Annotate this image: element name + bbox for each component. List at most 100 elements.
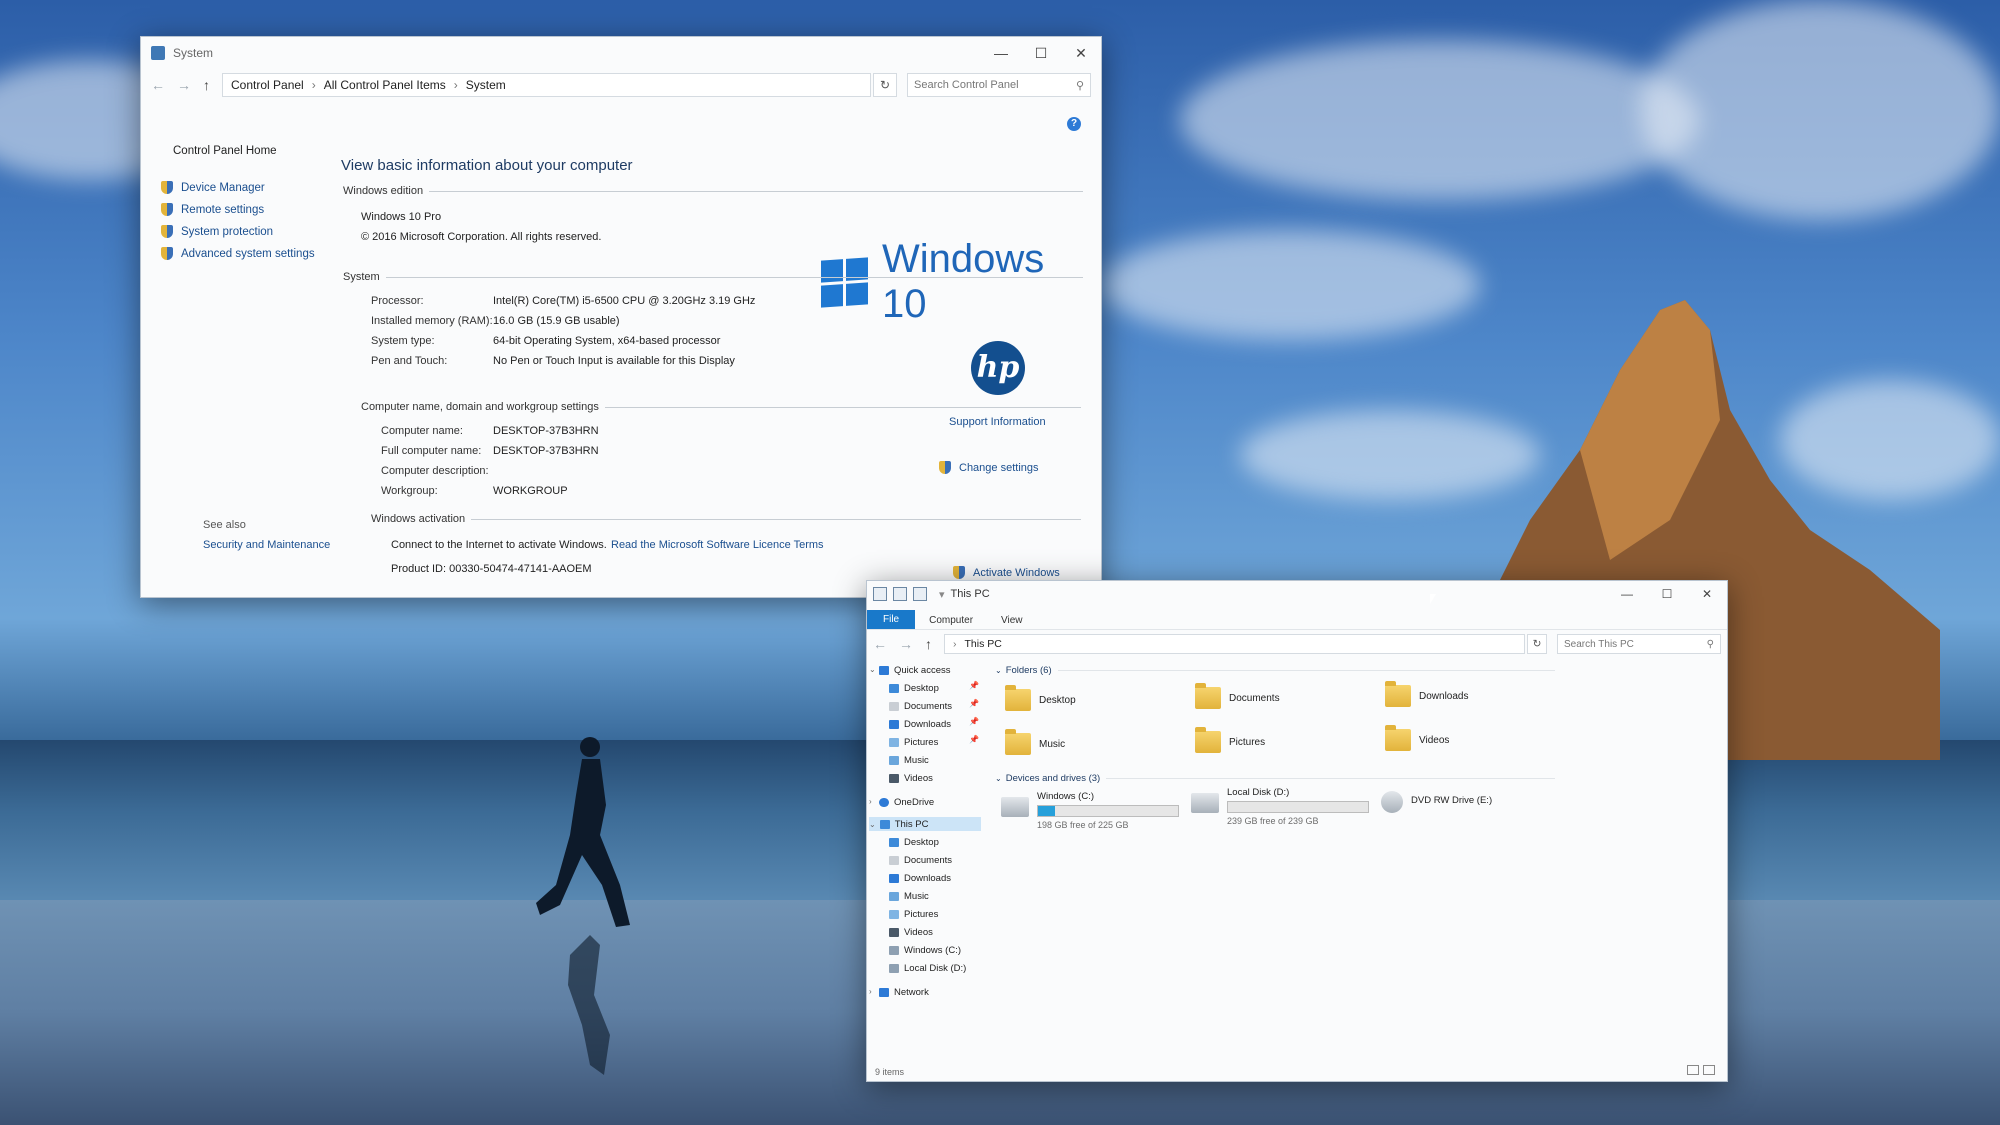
nav-pc-documents[interactable]: Documents [889,853,952,867]
nav-pc-music[interactable]: Music [889,889,929,903]
nav-network[interactable]: Network [879,985,929,999]
minimize-button[interactable]: — [1607,581,1647,607]
breadcrumb[interactable]: Control Panel › All Control Panel Items … [222,73,871,97]
nav-pc-local-disk-d[interactable]: Local Disk (D:) [889,961,966,975]
system-titlebar[interactable]: System — ☐ ✕ [141,37,1101,69]
explorer-breadcrumb[interactable]: › This PC [944,634,1525,654]
nav-qa-documents[interactable]: Documents [889,699,952,713]
maximize-button[interactable]: ☐ [1021,37,1061,69]
ram-value: 16.0 GB (15.9 GB usable) [493,315,620,327]
nav-qa-music[interactable]: Music [889,753,929,767]
search-this-pc-input[interactable]: Search This PC ⚲ [1557,634,1721,654]
tab-view[interactable]: View [987,612,1037,629]
drives-group-header[interactable]: ⌄ Devices and drives (3) [995,773,1555,784]
help-icon[interactable]: ? [1067,117,1081,131]
nav-onedrive[interactable]: OneDrive [879,795,934,809]
folder-downloads[interactable]: Downloads [1385,681,1468,707]
folders-group-header[interactable]: ⌄ Folders (6) [995,665,1555,676]
explorer-titlebar[interactable]: ▾ This PC — ☐ ✕ [867,581,1727,607]
folder-desktop[interactable]: Desktop [1005,685,1076,711]
breadcrumb-this-pc[interactable]: This PC [965,638,1002,650]
pin-icon[interactable]: 📌 [969,735,979,744]
desktop-icon [889,683,899,693]
close-button[interactable]: ✕ [1687,581,1727,607]
computer-icon [879,819,890,829]
nav-quick-access[interactable]: Quick access [879,663,951,677]
new-folder-icon[interactable] [913,587,927,601]
close-button[interactable]: ✕ [1061,37,1101,69]
folder-videos[interactable]: Videos [1385,725,1449,751]
music-icon [889,755,899,765]
licence-terms-link[interactable]: Read the Microsoft Software Licence Term… [611,539,824,551]
section-windows-activation: Windows activation [371,513,1081,525]
properties-icon[interactable] [893,587,907,601]
refresh-icon[interactable]: ↻ [1527,634,1547,654]
forward-arrow-icon[interactable]: → [899,636,913,652]
tab-file[interactable]: File [867,610,916,629]
nav-pc-windows-c[interactable]: Windows (C:) [889,943,961,957]
search-control-panel-input[interactable]: Search Control Panel ⚲ [907,73,1091,97]
minimize-button[interactable]: — [981,37,1021,69]
music-icon [889,891,899,901]
drive-windows-c[interactable]: Windows (C:) 198 GB free of 225 GB [1001,791,1179,830]
nav-this-pc[interactable]: ⌄ This PC [869,817,981,831]
tab-computer[interactable]: Computer [915,612,987,629]
nav-qa-pictures[interactable]: Pictures [889,735,938,749]
nav-pc-downloads[interactable]: Downloads [889,871,951,885]
nav-qa-desktop[interactable]: Desktop [889,681,939,695]
pin-icon[interactable]: 📌 [969,681,979,690]
sidebar-item-device-manager[interactable]: Device Manager [161,181,265,194]
full-computer-name-label: Full computer name: [381,445,482,457]
breadcrumb-system[interactable]: System [466,78,506,92]
back-arrow-icon[interactable]: ← [151,77,165,93]
breadcrumb-chevron-icon: › [953,638,957,650]
view-toggle-buttons [1687,1065,1715,1075]
activation-message: Connect to the Internet to activate Wind… [391,539,607,551]
folder-documents[interactable]: Documents [1195,683,1280,709]
expand-chevron-icon[interactable]: › [869,797,872,806]
support-information-link[interactable]: Support Information [949,416,1046,428]
computer-description-label: Computer description: [381,465,489,477]
pin-icon[interactable]: 📌 [969,717,979,726]
folder-pictures[interactable]: Pictures [1195,727,1265,753]
sidebar-item-system-protection[interactable]: System protection [161,225,273,238]
section-computer-name: Computer name, domain and workgroup sett… [361,401,1081,413]
ram-label: Installed memory (RAM): [371,315,493,327]
status-bar-item-count: 9 items [875,1067,905,1077]
folder-music[interactable]: Music [1005,729,1065,755]
drive-local-disk-d[interactable]: Local Disk (D:) 239 GB free of 239 GB [1191,787,1369,826]
forward-arrow-icon[interactable]: → [177,77,191,93]
up-arrow-icon[interactable]: ↑ [925,636,932,652]
workgroup-label: Workgroup: [381,485,438,497]
activate-windows-link[interactable]: Activate Windows [953,566,1060,579]
nav-qa-videos[interactable]: Videos [889,771,933,785]
change-settings-link[interactable]: Change settings [939,461,1039,474]
nav-pc-videos[interactable]: Videos [889,925,933,939]
breadcrumb-control-panel[interactable]: Control Panel [231,78,304,92]
back-arrow-icon[interactable]: ← [873,636,887,652]
drive-usage-bar [1037,805,1179,817]
drive-dvd-e[interactable]: DVD RW Drive (E:) [1381,791,1492,813]
nav-pc-desktop[interactable]: Desktop [889,835,939,849]
refresh-icon[interactable]: ↻ [873,73,897,97]
sidebar-item-remote-settings[interactable]: Remote settings [161,203,264,216]
expand-chevron-icon[interactable]: ⌄ [869,665,876,674]
large-icons-view-icon[interactable] [1703,1065,1715,1075]
videos-icon [889,927,899,937]
maximize-button[interactable]: ☐ [1647,581,1687,607]
nav-pc-pictures[interactable]: Pictures [889,907,938,921]
pin-icon[interactable]: 📌 [969,699,979,708]
expand-chevron-icon[interactable]: › [869,987,872,996]
breadcrumb-all-items[interactable]: All Control Panel Items [324,78,446,92]
sidebar-item-advanced-settings[interactable]: Advanced system settings [161,247,315,260]
expand-chevron-icon[interactable]: ⌄ [869,820,876,829]
ribbon-tabs: File Computer View [867,607,1727,630]
control-panel-home-link[interactable]: Control Panel Home [173,145,277,157]
nav-qa-downloads[interactable]: Downloads [889,717,951,731]
security-maintenance-link[interactable]: Security and Maintenance [203,539,330,551]
details-view-icon[interactable] [1687,1065,1699,1075]
qat-dropdown-icon[interactable]: ▾ [939,588,945,601]
up-arrow-icon[interactable]: ↑ [203,77,210,93]
runner-silhouette [536,737,630,1075]
drive-usage-bar [1227,801,1369,813]
